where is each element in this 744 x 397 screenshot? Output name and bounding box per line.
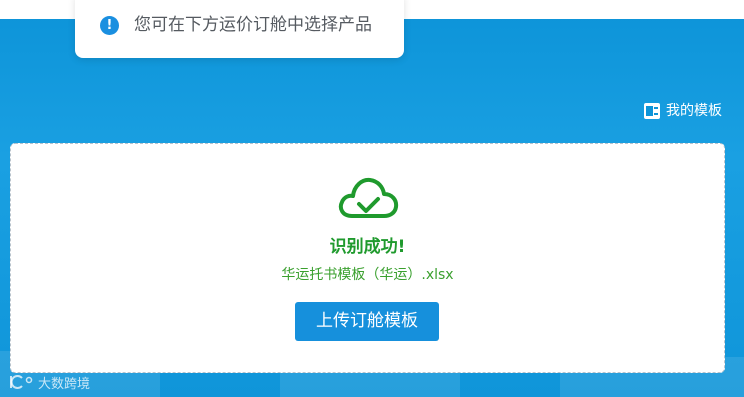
my-template-label: 我的模板 <box>666 103 722 119</box>
my-template-link[interactable]: 我的模板 <box>644 102 722 120</box>
cloud-check-icon <box>338 177 399 218</box>
recognition-status: 识别成功! <box>329 237 406 257</box>
toast-message: 您可在下方运价订舱中选择产品 <box>134 15 372 35</box>
upload-template-button[interactable]: 上传订舱模板 <box>295 302 439 341</box>
upload-dropzone[interactable]: 识别成功! 华运托书模板（华运）.xlsx 上传订舱模板 <box>10 143 725 373</box>
uploaded-file-name: 华运托书模板（华运）.xlsx <box>281 267 454 283</box>
watermark: 大数跨境 <box>8 371 90 393</box>
page-background: ! 您可在下方运价订舱中选择产品 我的模板 识别成功! 华运托书模板（华运）.x… <box>0 0 744 397</box>
brand-logo <box>10 375 33 389</box>
watermark-text: 大数跨境 <box>38 376 91 392</box>
excel-icon <box>644 103 660 119</box>
info-toast: ! 您可在下方运价订舱中选择产品 <box>75 0 404 58</box>
info-icon: ! <box>100 16 119 35</box>
